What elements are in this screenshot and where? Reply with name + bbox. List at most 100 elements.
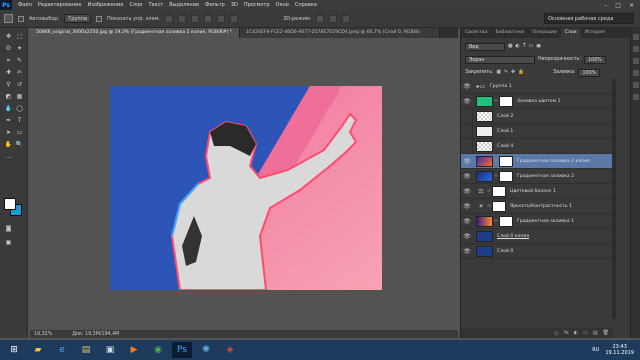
menu-file[interactable]: Файл: [18, 2, 32, 8]
player-icon[interactable]: ▶: [124, 342, 144, 358]
hidden-eye-box[interactable]: [461, 123, 473, 139]
history-brush-tool-icon[interactable]: ↺: [15, 80, 24, 89]
maximize-button[interactable]: □: [615, 2, 621, 9]
ie-icon[interactable]: e: [52, 342, 72, 358]
layer-row[interactable]: Слой 4: [461, 138, 613, 154]
layer-row[interactable]: 👁 ∞ Заливка цветом 1: [461, 94, 613, 109]
eye-icon[interactable]: 👁: [461, 218, 473, 225]
eye-icon[interactable]: 👁: [461, 173, 473, 180]
minimize-button[interactable]: –: [604, 2, 607, 9]
menu-help[interactable]: Справка: [295, 2, 317, 8]
lock-paint-icon[interactable]: ✎: [504, 70, 508, 75]
pen-tool-icon[interactable]: ✒: [4, 116, 13, 125]
layers-scrollbar[interactable]: [612, 79, 616, 319]
filter-shape-icon[interactable]: ▭: [529, 44, 534, 49]
eye-icon[interactable]: 👁: [461, 233, 473, 240]
lock-all-icon[interactable]: 🔒: [518, 70, 524, 75]
panel-icon[interactable]: [632, 70, 639, 76]
gradient-tool-icon[interactable]: ▦: [15, 92, 24, 101]
more-tools-icon[interactable]: …: [4, 152, 13, 161]
document-tab-active[interactable]: 50866_original_3000x2250.jpg @ 19,3% (Гр…: [30, 28, 240, 38]
show-controls-checkbox[interactable]: [96, 15, 103, 22]
add-mask-icon[interactable]: ▭: [583, 330, 588, 336]
brush-tool-icon[interactable]: ✍: [15, 68, 24, 77]
hidden-eye-box[interactable]: [461, 138, 473, 154]
autoselect-checkbox[interactable]: [18, 15, 24, 22]
tab-properties[interactable]: Свойства: [461, 28, 491, 38]
type-tool-icon[interactable]: T: [15, 116, 24, 125]
tab-layers[interactable]: Слои: [560, 28, 581, 38]
zoom-tool-icon[interactable]: 🔍: [15, 140, 24, 149]
3d-roll-icon[interactable]: [329, 14, 338, 23]
foreground-color-swatch[interactable]: [4, 198, 16, 210]
menu-filter[interactable]: Фильтр: [205, 2, 225, 8]
archive-icon[interactable]: ▤: [76, 342, 96, 358]
lock-pixels-icon[interactable]: ▦: [496, 70, 501, 75]
trash-icon[interactable]: 🗑: [603, 330, 609, 336]
layer-row[interactable]: 👁 ⚖ ∞ Цветовой баланс 1: [461, 184, 613, 199]
photoshop-taskbar-icon[interactable]: Ps: [172, 342, 192, 358]
eye-icon[interactable]: 👁: [461, 158, 473, 165]
zoom-level[interactable]: 19,32%: [34, 332, 52, 337]
layer-row[interactable]: Слой 2: [461, 108, 613, 124]
align-center-icon[interactable]: [217, 14, 226, 23]
3d-rotate-icon[interactable]: [316, 14, 325, 23]
menu-text[interactable]: Текст: [148, 2, 163, 8]
shape-tool-icon[interactable]: ▭: [15, 128, 24, 137]
menu-3d[interactable]: 3D: [231, 2, 238, 8]
3d-drag-icon[interactable]: [342, 14, 351, 23]
align-bottom-icon[interactable]: [191, 14, 200, 23]
marquee-tool-icon[interactable]: ⬚: [15, 32, 24, 41]
layer-kind-filter[interactable]: Вид: [465, 42, 505, 51]
menu-edit[interactable]: Редактирование: [38, 2, 82, 8]
eye-icon[interactable]: 👁: [461, 203, 473, 210]
eraser-tool-icon[interactable]: ◩: [4, 92, 13, 101]
fill-input[interactable]: 100%: [578, 68, 601, 77]
menu-image[interactable]: Изображение: [87, 2, 123, 8]
panel-icon[interactable]: [632, 58, 639, 64]
clock[interactable]: 23:43 19.11.2019: [605, 344, 634, 356]
layer-row[interactable]: 👁 ∞ Градиентная заливка 2: [461, 169, 613, 184]
autoselect-dropdown[interactable]: Группа: [64, 14, 92, 23]
fx-icon[interactable]: fx: [564, 330, 569, 336]
hidden-eye-box[interactable]: [461, 108, 473, 124]
eyedropper-tool-icon[interactable]: ✎: [15, 56, 24, 65]
path-selection-tool-icon[interactable]: ➤: [4, 128, 13, 137]
new-layer-icon[interactable]: ▤: [593, 330, 598, 336]
layer-row[interactable]: 👁 ∞ Градиентная заливка 1: [461, 214, 613, 229]
align-top-icon[interactable]: [165, 14, 174, 23]
menu-window[interactable]: Окно: [276, 2, 289, 8]
app-icon[interactable]: ❋: [196, 342, 216, 358]
layer-row-group[interactable]: 👁 ▸▭ Группа 1: [461, 79, 613, 94]
crop-tool-icon[interactable]: ⌗: [4, 56, 13, 65]
tab-libraries[interactable]: Библиотеки: [491, 28, 528, 38]
clone-stamp-tool-icon[interactable]: ⚲: [4, 80, 13, 89]
layer-row[interactable]: 👁 Слой 0: [461, 244, 613, 259]
align-right-icon[interactable]: [230, 14, 239, 23]
blend-mode-dropdown[interactable]: Экран: [465, 55, 535, 64]
move-tool-icon[interactable]: ✥: [4, 32, 13, 41]
close-button[interactable]: ✕: [629, 2, 634, 9]
healing-brush-tool-icon[interactable]: ✚: [4, 68, 13, 77]
folder-icon[interactable]: ▰: [28, 342, 48, 358]
eye-icon[interactable]: 👁: [461, 83, 473, 90]
panel-icon[interactable]: [632, 94, 639, 100]
panel-icon[interactable]: [632, 46, 639, 52]
move-tool-icon[interactable]: [4, 14, 13, 23]
eye-icon[interactable]: 👁: [461, 248, 473, 255]
filter-pixel-icon[interactable]: ▦: [508, 44, 513, 49]
menu-layers[interactable]: Слои: [129, 2, 142, 8]
layer-row[interactable]: Слой 1: [461, 123, 613, 139]
language-indicator[interactable]: RU: [592, 347, 599, 353]
screen-mode-icon[interactable]: ▣: [4, 238, 13, 247]
tab-history[interactable]: История: [581, 28, 609, 38]
start-icon[interactable]: ⊞: [4, 342, 24, 358]
quick-mask-icon[interactable]: ◙: [4, 224, 13, 233]
adjustment-layer-icon[interactable]: ◐: [574, 330, 578, 336]
save-icon[interactable]: ▣: [100, 342, 120, 358]
chrome-icon[interactable]: ◉: [148, 342, 168, 358]
filter-smart-icon[interactable]: ▣: [536, 44, 541, 49]
magic-wand-tool-icon[interactable]: ✦: [15, 44, 24, 53]
document-canvas[interactable]: [110, 86, 382, 290]
menu-select[interactable]: Выделение: [169, 2, 199, 8]
